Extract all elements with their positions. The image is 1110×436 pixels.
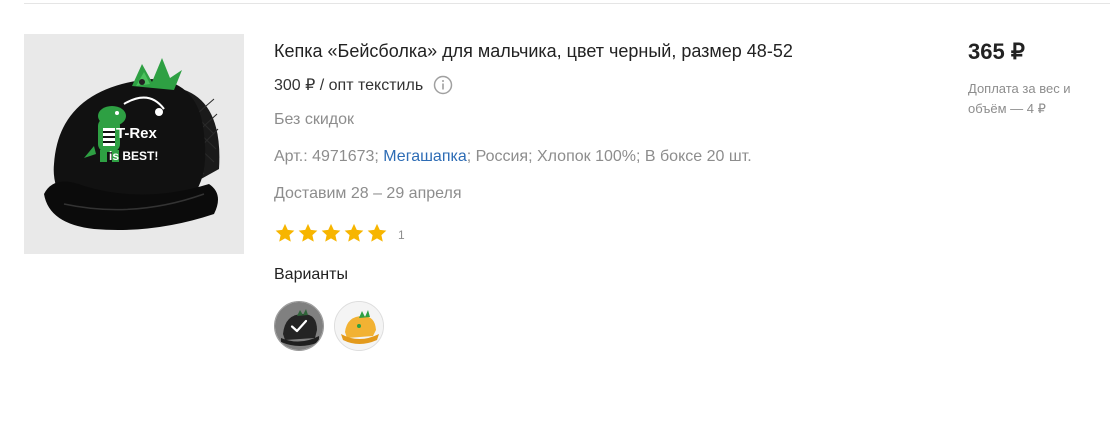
variant-yellow-thumb bbox=[335, 302, 383, 350]
product-info: Кепка «Бейсболка» для мальчика, цвет чер… bbox=[274, 36, 874, 351]
cap-illustration: T-Rex is BEST! bbox=[24, 34, 244, 254]
info-icon[interactable] bbox=[433, 75, 453, 95]
star-icon bbox=[298, 223, 318, 242]
star-icon bbox=[321, 223, 341, 242]
extra-charge: Доплата за вес и объём — 4 ₽ bbox=[968, 81, 1071, 116]
product-meta: Арт.: 4971673; Мегашапка; Россия; Хлопок… bbox=[274, 148, 874, 170]
meta-details: ; Россия; Хлопок 100%; В боксе 20 шт. bbox=[466, 148, 752, 165]
top-divider bbox=[24, 3, 1110, 4]
variant-black[interactable] bbox=[274, 301, 324, 351]
wholesale-price: 300 ₽ / опт текстиль bbox=[274, 77, 424, 94]
cap-text-1: T-Rex bbox=[116, 125, 158, 142]
star-icon bbox=[344, 223, 364, 242]
price-box: 365 ₽ Доплата за вес и объём — 4 ₽ bbox=[968, 38, 1098, 119]
rating-count[interactable]: 1 bbox=[398, 228, 405, 242]
discount-info: Без скидок bbox=[274, 111, 354, 128]
rating[interactable]: 1 bbox=[274, 221, 874, 245]
article-text: Арт.: 4971673; bbox=[274, 148, 384, 165]
star-icon bbox=[275, 223, 295, 242]
price: 365 ₽ bbox=[968, 39, 1025, 64]
cap-text-2: is BEST! bbox=[109, 149, 158, 163]
variants-list bbox=[274, 301, 874, 351]
variants-label: Варианты bbox=[274, 266, 348, 283]
check-icon bbox=[275, 302, 323, 350]
brand-link[interactable]: Мегашапка bbox=[383, 148, 466, 165]
variant-yellow[interactable] bbox=[334, 301, 384, 351]
star-icon bbox=[367, 223, 387, 242]
wholesale-price-row: 300 ₽ / опт текстиль bbox=[274, 74, 874, 96]
delivery-info: Доставим 28 – 29 апреля bbox=[274, 185, 462, 202]
product-image[interactable]: T-Rex is BEST! bbox=[24, 34, 244, 254]
product-title[interactable]: Кепка «Бейсболка» для мальчика, цвет чер… bbox=[274, 36, 854, 66]
